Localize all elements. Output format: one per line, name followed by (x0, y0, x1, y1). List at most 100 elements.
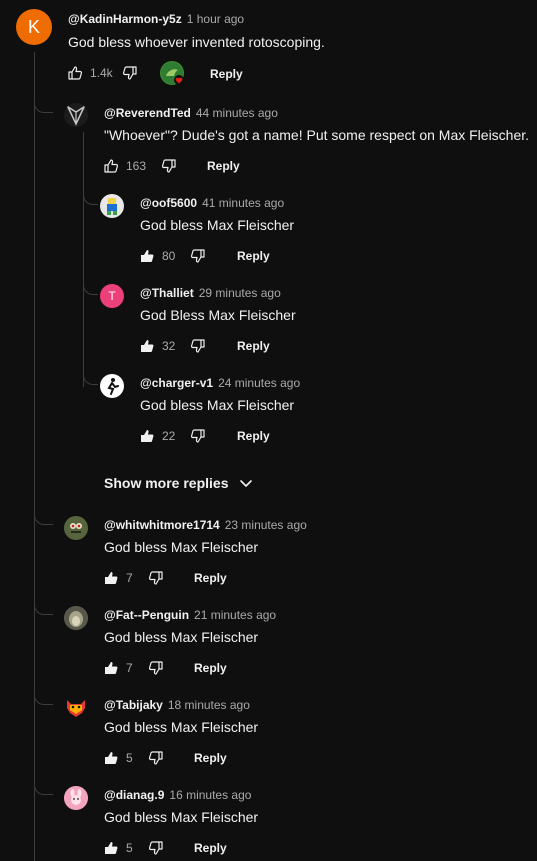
like-count: 80 (162, 249, 176, 263)
comment-actions: 80 (138, 246, 207, 266)
comment-header: @oof5600 41 minutes ago (140, 196, 284, 210)
comment-text: God bless Max Fleischer (140, 217, 295, 233)
avatar[interactable] (64, 786, 88, 810)
thread-curve (83, 277, 98, 295)
comment-text: "Whoever"? Dude's got a name! Put some r… (104, 127, 530, 143)
comment-actions: 7 (102, 568, 165, 588)
thumbs-up-icon[interactable] (138, 337, 156, 355)
comment-author[interactable]: @whitwhitmore1714 (104, 518, 220, 532)
thread-curve (34, 98, 53, 113)
comment-author[interactable]: @Fat--Penguin (104, 608, 189, 622)
like-count: 32 (162, 339, 176, 353)
reply-button[interactable]: Reply (194, 841, 227, 855)
thumbs-down-icon[interactable] (147, 659, 165, 677)
reply-button[interactable]: Reply (237, 339, 270, 353)
chevron-down-icon (238, 475, 254, 491)
avatar[interactable]: T (100, 284, 124, 308)
thumbs-down-icon[interactable] (189, 427, 207, 445)
thumbs-down-icon[interactable] (121, 64, 139, 82)
avatar[interactable] (64, 606, 88, 630)
comment-time[interactable]: 29 minutes ago (199, 286, 281, 300)
show-more-replies-button[interactable]: Show more replies (104, 475, 254, 491)
comment-header: @Fat--Penguin 21 minutes ago (104, 608, 276, 622)
avatar-letter: T (108, 289, 116, 303)
thumbs-up-icon[interactable] (138, 247, 156, 265)
thumbs-up-icon[interactable] (138, 427, 156, 445)
comment-time[interactable]: 23 minutes ago (225, 518, 307, 532)
avatar[interactable] (100, 194, 124, 218)
avatar[interactable] (64, 696, 88, 720)
comment-actions: 7 (102, 658, 165, 678)
comment-actions: 5 (102, 748, 165, 768)
comment-text: God bless whoever invented rotoscoping. (68, 34, 325, 50)
comment-author[interactable]: @Tabijaky (104, 698, 163, 712)
thumbs-down-icon[interactable] (189, 247, 207, 265)
thread-curve (83, 367, 98, 385)
comment-actions: 5 (102, 838, 165, 858)
thumbs-up-icon[interactable] (102, 749, 120, 767)
comment-time[interactable]: 1 hour ago (187, 12, 244, 26)
comment-text: God bless Max Fleischer (104, 629, 259, 645)
thumbs-up-icon[interactable] (66, 64, 84, 82)
like-count: 1.4k (90, 66, 113, 80)
thumbs-down-icon[interactable] (189, 337, 207, 355)
reply-button[interactable]: Reply (237, 249, 270, 263)
like-count: 22 (162, 429, 176, 443)
comment-actions: 1.4k (66, 63, 139, 83)
thumbs-down-icon[interactable] (160, 157, 178, 175)
comment-header: @charger-v1 24 minutes ago (140, 376, 300, 390)
comment-time[interactable]: 21 minutes ago (194, 608, 276, 622)
avatar[interactable] (64, 103, 88, 127)
avatar-letter: K (27, 16, 40, 37)
reply-button[interactable]: Reply (207, 159, 240, 173)
comment-author[interactable]: @KadinHarmon-y5z (68, 12, 182, 26)
thumbs-down-icon[interactable] (147, 839, 165, 857)
reply-button[interactable]: Reply (237, 429, 270, 443)
thread-curve (34, 777, 53, 795)
comment-text: God Bless Max Fleischer (140, 307, 296, 323)
thumbs-up-icon[interactable] (102, 839, 120, 857)
like-count: 5 (126, 841, 133, 855)
comment-header: @ReverendTed 44 minutes ago (104, 106, 278, 120)
like-count: 5 (126, 751, 133, 765)
thread-curve (34, 507, 53, 525)
thumbs-down-icon[interactable] (147, 569, 165, 587)
comment-time[interactable]: 44 minutes ago (196, 106, 278, 120)
reply-button[interactable]: Reply (210, 67, 243, 81)
comment-text: God bless Max Fleischer (104, 809, 259, 825)
comment-text: God bless Max Fleischer (140, 397, 295, 413)
creator-heart-icon (160, 61, 184, 85)
avatar[interactable]: K (16, 9, 52, 45)
avatar[interactable] (64, 516, 88, 540)
like-count: 7 (126, 661, 133, 675)
comment-actions: 32 (138, 336, 207, 356)
thread-curve (34, 687, 53, 705)
like-count: 7 (126, 571, 133, 585)
thread-line-main (34, 52, 35, 861)
thread-line-nested (83, 132, 84, 387)
comment-time[interactable]: 18 minutes ago (168, 698, 250, 712)
reply-button[interactable]: Reply (194, 751, 227, 765)
comment-time[interactable]: 16 minutes ago (169, 788, 251, 802)
thumbs-up-icon[interactable] (102, 569, 120, 587)
comment-header: @KadinHarmon-y5z 1 hour ago (68, 12, 244, 26)
comment-author[interactable]: @oof5600 (140, 196, 197, 210)
comment-author[interactable]: @Thalliet (140, 286, 194, 300)
comment-actions: 163 (102, 156, 178, 176)
show-more-label: Show more replies (104, 475, 229, 491)
avatar[interactable] (100, 374, 124, 398)
comment-author[interactable]: @dianag.9 (104, 788, 164, 802)
comment-author[interactable]: @ReverendTed (104, 106, 191, 120)
comment-actions: 22 (138, 426, 207, 446)
thumbs-up-icon[interactable] (102, 659, 120, 677)
like-count: 163 (126, 159, 147, 173)
comment-time[interactable]: 41 minutes ago (202, 196, 284, 210)
reply-button[interactable]: Reply (194, 661, 227, 675)
comment-header: @whitwhitmore1714 23 minutes ago (104, 518, 307, 532)
comment-time[interactable]: 24 minutes ago (218, 376, 300, 390)
comment-author[interactable]: @charger-v1 (140, 376, 213, 390)
thumbs-down-icon[interactable] (147, 749, 165, 767)
thread-curve (34, 597, 53, 615)
reply-button[interactable]: Reply (194, 571, 227, 585)
thumbs-up-icon[interactable] (102, 157, 120, 175)
